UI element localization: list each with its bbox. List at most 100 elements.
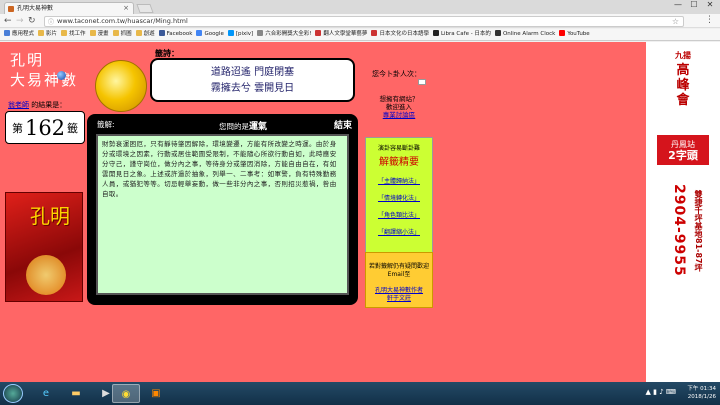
- bookmark-item[interactable]: Google: [196, 29, 224, 40]
- bookmark-icon: [559, 30, 566, 36]
- lot-prefix: 第: [11, 121, 23, 135]
- lot-suffix: 籤: [67, 121, 79, 135]
- page-favicon-icon: [8, 6, 14, 12]
- book-cover-image[interactable]: 孔明: [5, 192, 83, 302]
- bookmark-item[interactable]: 漫畫: [89, 29, 109, 40]
- tab-title: 孔明大易神數: [17, 5, 54, 12]
- bookmark-icon: [38, 30, 45, 36]
- bookmark-item[interactable]: 日本文化の日本語學: [371, 29, 429, 40]
- bookmark-icon: [135, 30, 142, 36]
- window-controls: — ☐ ✕: [670, 0, 718, 9]
- welcome-line1: 想擁有網站？: [379, 95, 419, 103]
- ad-brand: 九揚 高 峰 會: [646, 48, 720, 108]
- new-tab-button[interactable]: [136, 4, 154, 13]
- question-topic: 運氣: [249, 122, 268, 132]
- bookmark-icon: [227, 30, 234, 36]
- forum-link[interactable]: 專業討論區: [383, 111, 416, 119]
- bookmark-label: 漫畫: [97, 31, 109, 37]
- minimize-button[interactable]: —: [670, 0, 686, 9]
- bookmark-item[interactable]: 翻人文學堂華藝夢: [315, 29, 367, 40]
- bookmark-icon: [494, 30, 501, 36]
- bookmark-item[interactable]: YouTube: [559, 29, 590, 40]
- interpretation-paragraph: 財勢衰運困厄，只有靜待肇因解除，環境變遷，方能有所改變之時運。由於身分或環境之因…: [102, 140, 337, 198]
- bookmark-item[interactable]: Libra Cafe - 日本的: [432, 29, 491, 40]
- tip-link-context[interactable]: 「情境轉化法」: [366, 193, 432, 202]
- visitor-counter-image: [418, 79, 426, 85]
- bookmark-star-icon[interactable]: ☆: [672, 17, 679, 26]
- real-estate-ad[interactable]: 九揚 高 峰 會 丹鳳站 2字頭 2904-9955 雙捷千坪基地81-87坪: [646, 42, 720, 382]
- tab-strip: 孔明大易神數 × — ☐ ✕: [0, 0, 720, 14]
- bookmark-icon: [112, 30, 119, 36]
- poem-line2: 霧擁去兮 雲開見日: [210, 83, 295, 94]
- bookmark-item[interactable]: 六合彩開獎大全彩!: [257, 29, 311, 40]
- interpretation-header: 籤解: 您問的是運氣 結束: [97, 118, 352, 132]
- author-link-line2: 軒于文莊: [386, 295, 411, 302]
- bookmark-item[interactable]: Online Alarm Clock: [494, 29, 556, 40]
- cover-brand: 孔明: [30, 204, 70, 228]
- tab-active[interactable]: 孔明大易神數 ×: [4, 2, 134, 14]
- ad-line1: 九揚: [675, 50, 691, 60]
- bookmark-item[interactable]: 抓圖: [112, 29, 132, 40]
- interpretation-label: 籤解:: [97, 120, 115, 129]
- maximize-button[interactable]: ☐: [686, 0, 702, 9]
- ad-line4: 會: [676, 93, 690, 108]
- user-name-link[interactable]: 翁老師: [8, 101, 29, 109]
- browser-menu-icon[interactable]: ⋮: [705, 15, 714, 25]
- reload-icon[interactable]: ↻: [28, 15, 36, 27]
- bookmark-icon: [4, 30, 10, 36]
- tips-title: 解籤精要: [379, 157, 419, 168]
- bookmark-item[interactable]: 創遊: [135, 29, 155, 40]
- bookmark-item[interactable]: 找工作: [61, 29, 86, 40]
- bookmark-label: 應用程式: [12, 31, 35, 37]
- bookmark-item[interactable]: 應用程式: [4, 29, 34, 40]
- ad-badge: 丹鳳站 2字頭: [657, 135, 709, 165]
- start-button[interactable]: [3, 384, 23, 403]
- bookmark-icon: [89, 30, 96, 36]
- cover-emblem-icon: [26, 255, 66, 295]
- question-prefix: 您問的是: [219, 122, 249, 131]
- interpretation-panel: 籤解: 您問的是運氣 結束 財勢衰運困厄，只有靜待肇因解除，環境變遷，方能有所改…: [87, 114, 358, 305]
- bookmark-label: 抓圖: [120, 31, 132, 37]
- ad-phone: 2904-9955: [671, 184, 687, 277]
- tip-link-subject[interactable]: 「主體歸納法」: [366, 176, 432, 185]
- bookmark-item[interactable]: [pixiv]: [227, 29, 253, 40]
- bookmark-label: Online Alarm Clock: [502, 31, 556, 37]
- browser-toolbar: ← → ↻ ⓘ www.taconet.com.tw/huascar/Ming.…: [0, 14, 720, 28]
- app-icon[interactable]: ▣: [142, 384, 170, 403]
- address-bar[interactable]: ⓘ www.taconet.com.tw/huascar/Ming.html ☆: [44, 16, 684, 27]
- back-icon[interactable]: ←: [4, 15, 12, 27]
- contact-text: 若對籤解仍有疑問歡迎Email至: [368, 263, 429, 278]
- ie-icon[interactable]: e: [32, 384, 60, 403]
- close-tab-icon[interactable]: ×: [123, 3, 129, 14]
- clock[interactable]: 下午 01:34 2018/1/26: [687, 385, 716, 401]
- golden-globe-icon: [95, 60, 147, 112]
- end-button[interactable]: 結束: [334, 118, 352, 131]
- system-tray-icons[interactable]: ▲ ▮ ♪ ⌨: [646, 388, 676, 396]
- forward-icon[interactable]: →: [16, 15, 24, 27]
- info-icon[interactable]: ⓘ: [48, 18, 54, 27]
- poem-box: 道路迢遙 門庭閉塞 霧擁去兮 雲開見日: [150, 58, 355, 102]
- tip-link-translate[interactable]: 「翻譯縮小法」: [366, 227, 432, 236]
- chrome-icon[interactable]: ◉: [112, 384, 140, 403]
- brand-line1: 孔明: [10, 51, 45, 69]
- windows-taskbar: e ▬ ▶ ◉ ▣ ▲ ▮ ♪ ⌨ 下午 01:34 2018/1/26: [0, 382, 720, 405]
- contact-panel: 若對籤解仍有疑問歡迎Email至 孔明大易神數作者 軒于文莊: [365, 252, 433, 308]
- ad-badge-line2: 2字頭: [668, 149, 698, 162]
- bookmark-item[interactable]: 影片: [38, 29, 57, 40]
- bookmark-label: 日本文化の日本語學: [379, 31, 429, 37]
- bookmark-label: 創遊: [143, 31, 155, 37]
- bookmark-icon: [432, 30, 439, 36]
- lot-number-box: 第 162 籤: [5, 111, 85, 144]
- tip-link-role[interactable]: 「角色類比法」: [366, 210, 432, 219]
- bookmark-icon: [61, 30, 68, 36]
- result-suffix: 的結果是：: [31, 101, 67, 109]
- bookmark-item[interactable]: Facebook: [158, 29, 192, 40]
- author-email-link[interactable]: 孔明大易神數作者 軒于文莊: [366, 287, 432, 303]
- tips-subtitle: 演卦容易斷卦難: [377, 145, 420, 152]
- bookmark-label: Google: [204, 31, 224, 37]
- folder-icon[interactable]: ▬: [62, 384, 90, 403]
- clock-time: 下午 01:34: [687, 386, 716, 392]
- close-window-button[interactable]: ✕: [702, 0, 718, 9]
- bookmark-label: 找工作: [69, 31, 86, 37]
- bookmark-icon: [371, 30, 378, 36]
